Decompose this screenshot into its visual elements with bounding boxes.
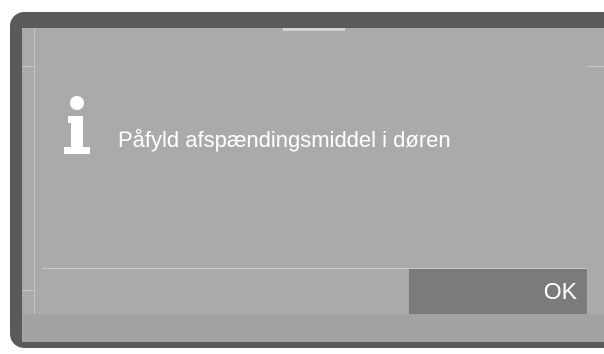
top-indicator (283, 28, 345, 31)
left-tick-bottom (22, 290, 34, 291)
left-tick-top (22, 66, 34, 67)
right-tick-top (587, 66, 604, 67)
dialog-message: Påfyld afspændingsmiddel i døren (118, 127, 451, 152)
ok-button[interactable]: OK (409, 269, 587, 314)
bottom-strip (22, 314, 604, 342)
info-icon (64, 96, 90, 154)
